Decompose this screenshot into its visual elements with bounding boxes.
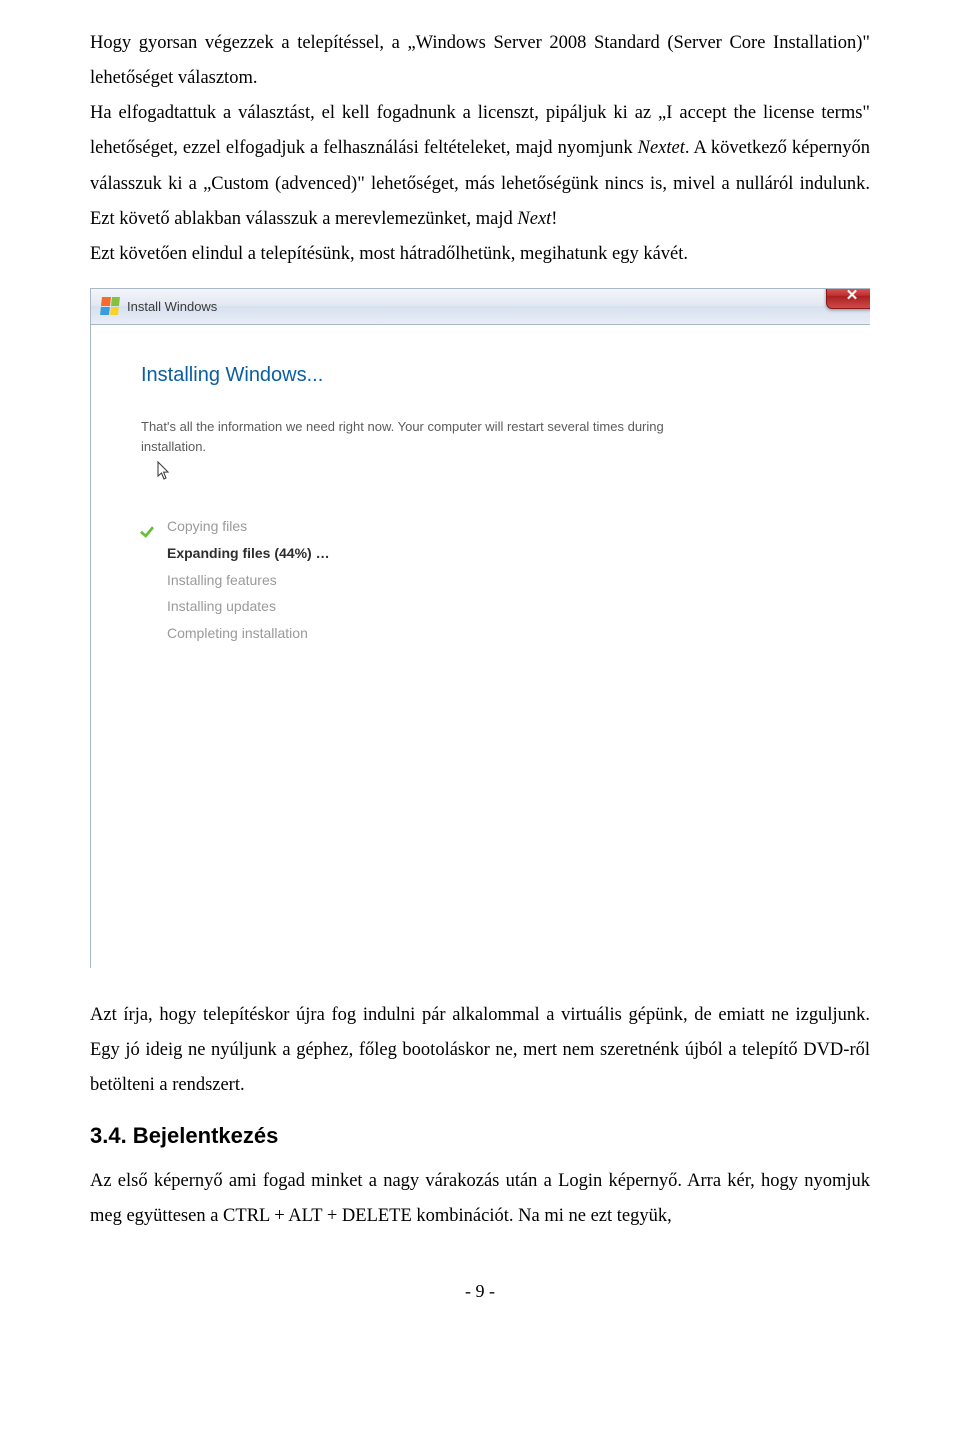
installer-screenshot: Install Windows ✕ Installing Windows... …: [90, 288, 870, 968]
window-title: Install Windows: [127, 300, 217, 313]
close-icon: ✕: [846, 288, 859, 303]
doc-para2e: !: [551, 209, 557, 229]
install-steps-list: Copying files Expanding files (44%) … In…: [141, 513, 820, 646]
windows-logo-icon: [100, 297, 120, 315]
installer-heading: Installing Windows...: [141, 363, 820, 387]
page-number: - 9 -: [90, 1274, 870, 1308]
step-expanding-label: Expanding files (44%) …: [167, 545, 330, 561]
section-heading-3-4: 3.4. Bejelentkezés: [90, 1123, 870, 1149]
step-copying-files: Copying files: [141, 513, 820, 540]
step-copying-label: Copying files: [167, 518, 247, 534]
doc-paragraph-1: Hogy gyorsan végezzek a telepítéssel, a …: [90, 26, 870, 96]
after-paragraph-1: Azt írja, hogy telepítéskor újra fog ind…: [90, 998, 870, 1103]
step-features-label: Installing features: [167, 572, 277, 588]
step-installing-features: Installing features: [141, 567, 820, 594]
doc-paragraph-3: Ezt követően elindul a telepítésünk, mos…: [90, 237, 870, 272]
checkmark-icon: [141, 516, 159, 534]
installer-titlebar[interactable]: Install Windows ✕: [91, 289, 870, 325]
step-updates-label: Installing updates: [167, 598, 276, 614]
installer-description: That's all the information we need right…: [141, 419, 664, 454]
section-body: Az első képernyő ami fogad minket a nagy…: [90, 1164, 870, 1234]
step-completing-installation: Completing installation: [141, 620, 820, 647]
step-completing-label: Completing installation: [167, 625, 308, 641]
doc-para2d: Next: [517, 209, 551, 229]
step-expanding-files: Expanding files (44%) …: [141, 540, 820, 567]
doc-paragraph-2: Ha elfogadtattuk a választást, el kell f…: [90, 96, 870, 237]
mouse-cursor-icon: [141, 461, 701, 487]
close-button[interactable]: ✕: [826, 288, 870, 309]
doc-para2b: Nextet: [638, 138, 685, 158]
step-installing-updates: Installing updates: [141, 593, 820, 620]
